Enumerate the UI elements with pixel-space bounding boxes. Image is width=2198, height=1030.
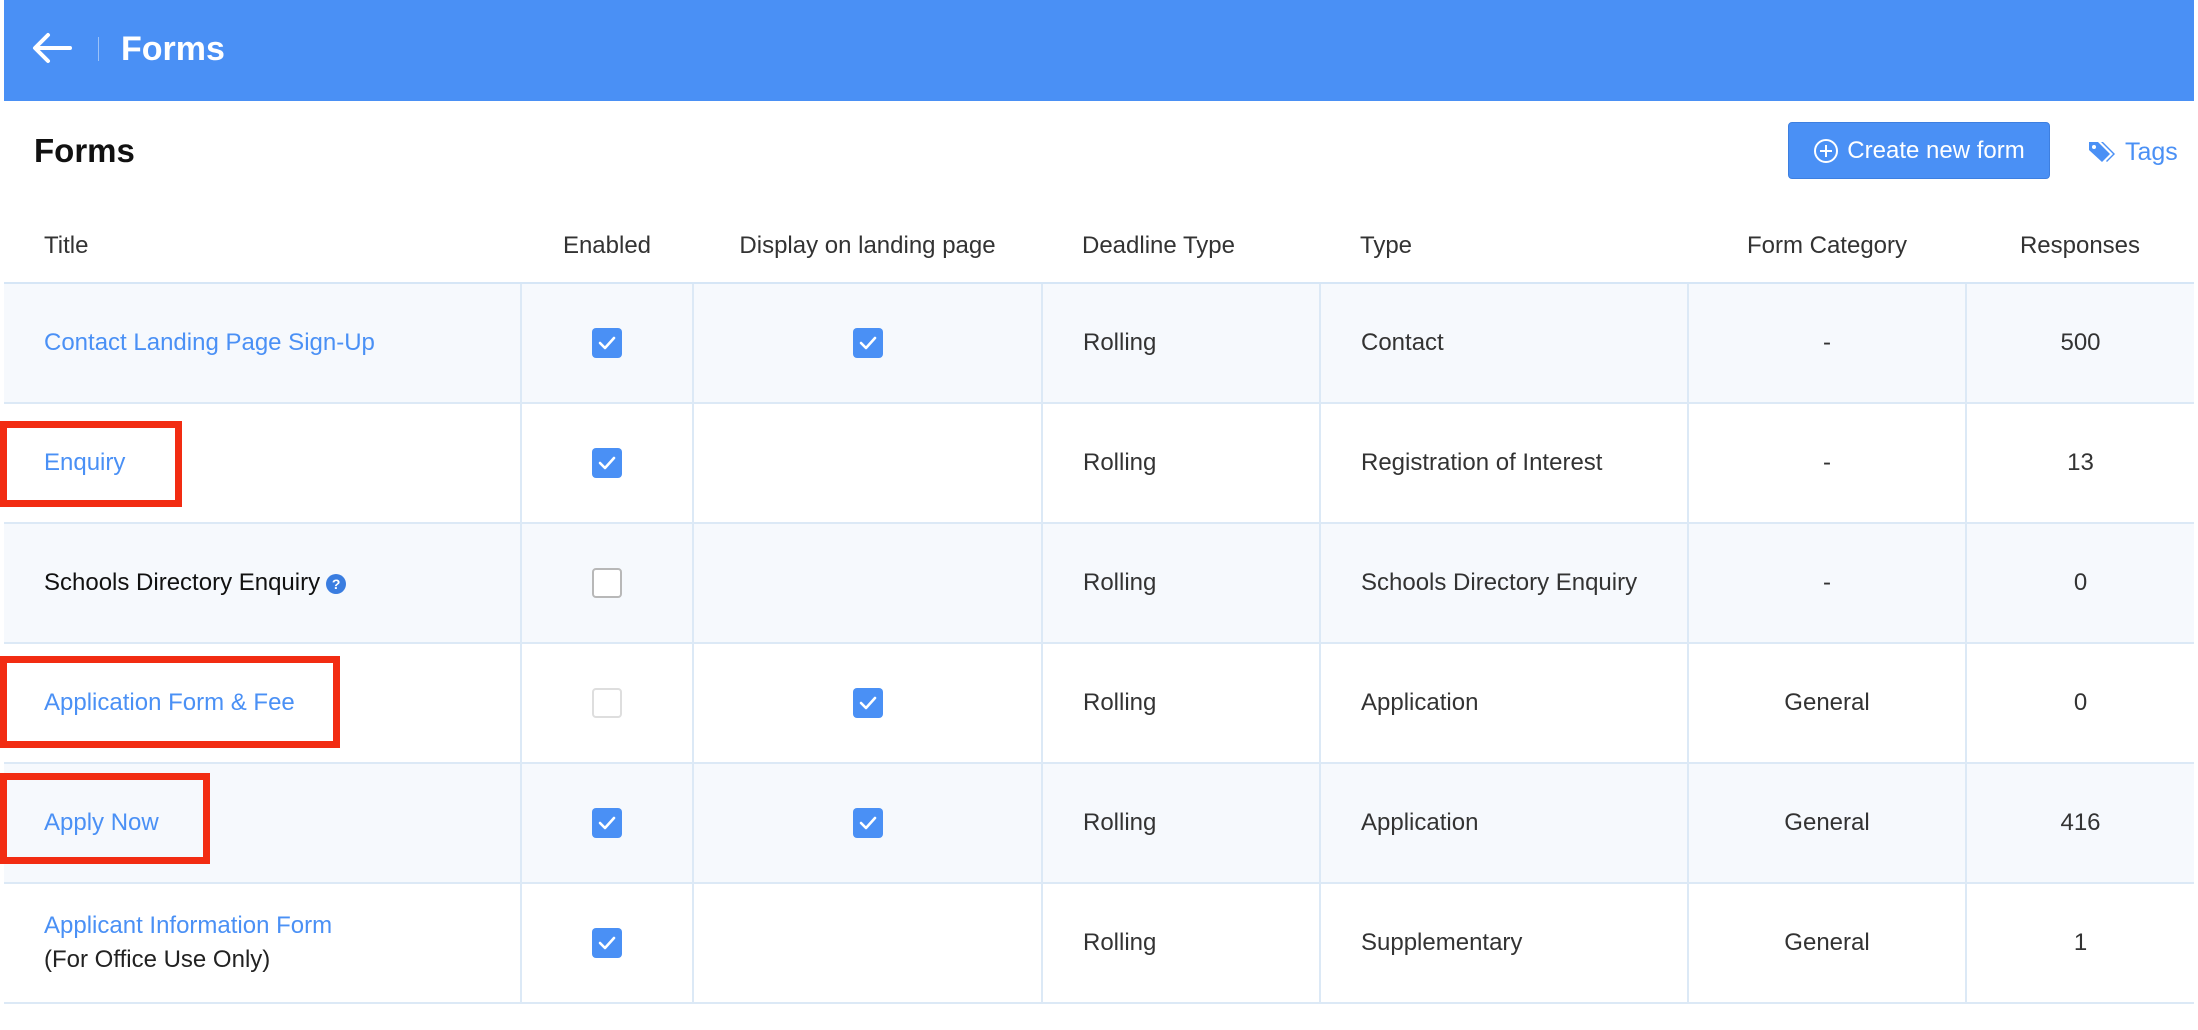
plus-circle-icon bbox=[1814, 138, 1839, 163]
form-title-link[interactable]: Applicant Information Form bbox=[44, 912, 332, 939]
cell-deadline-type: Rolling bbox=[1042, 883, 1321, 1004]
cell-display-on-landing bbox=[693, 883, 1043, 1004]
form-title-link[interactable]: Enquiry bbox=[44, 449, 125, 476]
column-header-deadline-type[interactable]: Deadline Type bbox=[1042, 210, 1320, 284]
cell-title: Apply Now bbox=[4, 763, 522, 884]
cell-display-on-landing bbox=[693, 523, 1043, 644]
tags-link[interactable]: Tags bbox=[2087, 132, 2178, 172]
table-row: Applicant Information Form (For Office Us… bbox=[4, 883, 2194, 1004]
tags-icon bbox=[2089, 142, 2115, 162]
cell-type: Contact bbox=[1320, 283, 1689, 404]
column-header-display-on-landing[interactable]: Display on landing page bbox=[693, 210, 1042, 284]
form-title-link[interactable]: Contact Landing Page Sign-Up bbox=[44, 329, 375, 356]
cell-display-on-landing bbox=[693, 643, 1043, 764]
enabled-checkbox[interactable] bbox=[592, 448, 622, 478]
cell-deadline-type: Rolling bbox=[1042, 523, 1321, 644]
column-header-type[interactable]: Type bbox=[1320, 210, 1688, 284]
header-title: Forms bbox=[121, 30, 225, 68]
cell-enabled bbox=[521, 883, 694, 1004]
back-arrow-icon[interactable] bbox=[30, 26, 82, 74]
cell-responses: 500 bbox=[1966, 283, 2194, 404]
form-title-text: Schools Directory Enquiry bbox=[44, 569, 321, 596]
column-header-enabled[interactable]: Enabled bbox=[521, 210, 693, 284]
cell-enabled bbox=[521, 763, 694, 884]
cell-title: Contact Landing Page Sign-Up bbox=[4, 283, 522, 404]
cell-form-category: - bbox=[1688, 283, 1967, 404]
enabled-checkbox[interactable] bbox=[592, 928, 622, 958]
table-row: Schools Directory Enquiry? Rolling Schools… bbox=[4, 523, 2194, 644]
cell-responses: 0 bbox=[1966, 523, 2194, 644]
cell-enabled bbox=[521, 283, 694, 404]
column-header-responses[interactable]: Responses bbox=[1966, 210, 2194, 284]
enabled-checkbox[interactable] bbox=[592, 568, 622, 598]
cell-enabled bbox=[521, 403, 694, 524]
column-header-title[interactable]: Title bbox=[4, 210, 521, 284]
app-frame: Forms Forms Create new form Tags Title E… bbox=[0, 0, 2194, 1030]
cell-form-category: General bbox=[1688, 643, 1967, 764]
help-icon[interactable]: ? bbox=[326, 573, 347, 594]
cell-type: Registration of Interest bbox=[1320, 403, 1689, 524]
cell-enabled bbox=[521, 523, 694, 644]
cell-deadline-type: Rolling bbox=[1042, 403, 1321, 524]
form-title-link[interactable]: Apply Now bbox=[44, 809, 159, 836]
create-new-form-button[interactable]: Create new form bbox=[1788, 122, 2050, 179]
cell-display-on-landing bbox=[693, 763, 1043, 884]
cell-responses: 1 bbox=[1966, 883, 2194, 1004]
form-title-link[interactable]: Application Form & Fee bbox=[44, 689, 295, 716]
cell-deadline-type: Rolling bbox=[1042, 643, 1321, 764]
cell-type: Schools Directory Enquiry bbox=[1320, 523, 1689, 644]
top-bar: Forms bbox=[4, 0, 2194, 101]
table-header-row: Title Enabled Display on landing page De… bbox=[4, 210, 2194, 284]
cell-responses: 416 bbox=[1966, 763, 2194, 884]
create-new-form-label: Create new form bbox=[1847, 136, 2025, 164]
cell-form-category: - bbox=[1688, 403, 1967, 524]
cell-enabled bbox=[521, 643, 694, 764]
enabled-checkbox bbox=[592, 688, 622, 718]
enabled-checkbox[interactable] bbox=[592, 328, 622, 358]
table-row: Enquiry Rolling Registration of Interest -1… bbox=[4, 403, 2194, 524]
table-row: Apply Now Rolling Application General 416 bbox=[4, 763, 2194, 884]
cell-form-category: - bbox=[1688, 523, 1967, 644]
display-on-landing-checkbox[interactable] bbox=[852, 328, 883, 358]
cell-deadline-type: Rolling bbox=[1042, 763, 1321, 884]
table-row: Application Form & Fee Rolling Application… bbox=[4, 643, 2194, 764]
table-row: Contact Landing Page Sign-Up Rolling Conta… bbox=[4, 283, 2194, 404]
tags-label: Tags bbox=[2125, 137, 2178, 166]
header-divider bbox=[98, 37, 99, 61]
cell-title: Applicant Information Form (For Office Us… bbox=[4, 883, 522, 1004]
forms-table: Title Enabled Display on landing page De… bbox=[4, 210, 2194, 1004]
cell-display-on-landing bbox=[693, 403, 1043, 524]
cell-title: Enquiry bbox=[4, 403, 522, 524]
display-on-landing-checkbox[interactable] bbox=[852, 808, 883, 838]
form-subtitle: (For Office Use Only) bbox=[44, 946, 271, 973]
cell-form-category: General bbox=[1688, 883, 1967, 1004]
cell-display-on-landing bbox=[693, 283, 1043, 404]
cell-title: Application Form & Fee bbox=[4, 643, 522, 764]
cell-type: Application bbox=[1320, 643, 1689, 764]
cell-type: Supplementary bbox=[1320, 883, 1689, 1004]
cell-title: Schools Directory Enquiry? bbox=[4, 523, 522, 644]
enabled-checkbox[interactable] bbox=[592, 808, 622, 838]
cell-type: Application bbox=[1320, 763, 1689, 884]
cell-form-category: General bbox=[1688, 763, 1967, 884]
cell-responses: 0 bbox=[1966, 643, 2194, 764]
page-title: Forms bbox=[34, 132, 135, 169]
cell-responses: 13 bbox=[1966, 403, 2194, 524]
cell-deadline-type: Rolling bbox=[1042, 283, 1321, 404]
column-header-form-category[interactable]: Form Category bbox=[1688, 210, 1966, 284]
display-on-landing-checkbox[interactable] bbox=[852, 688, 883, 718]
